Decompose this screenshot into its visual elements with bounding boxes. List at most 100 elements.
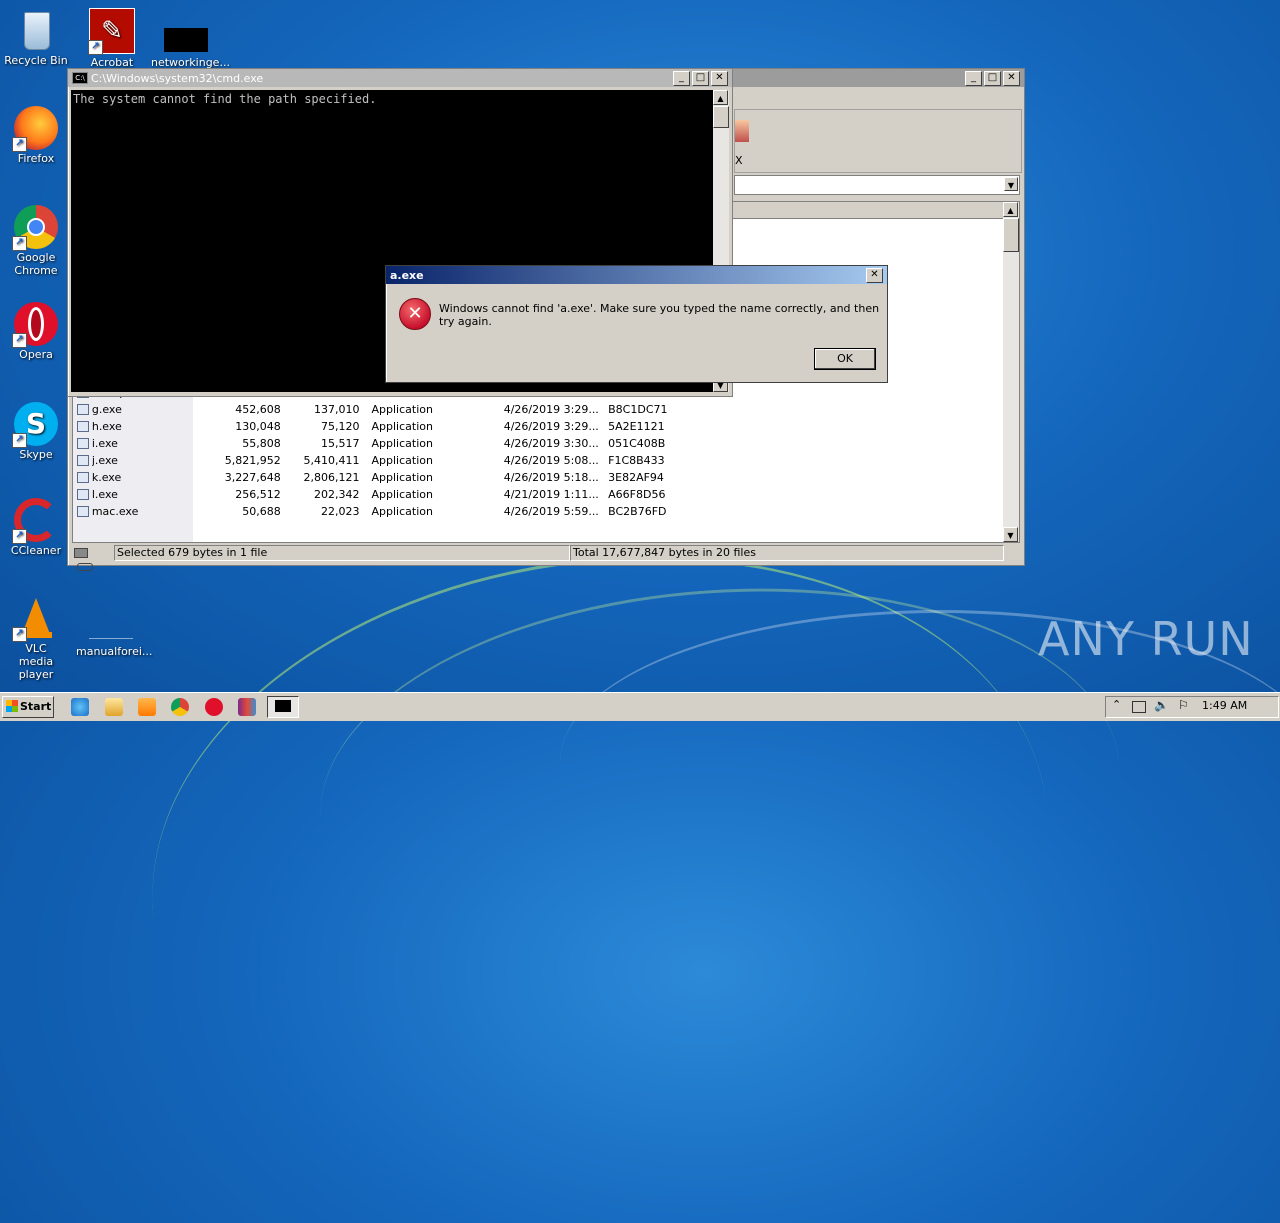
table-row[interactable]: k.exe 3,227,648 2,806,121 Application 4/26/2… — [77, 469, 677, 486]
desktop-icon-label: Recycle Bin — [4, 54, 68, 67]
taskbar: Start ⌃ 🔈 ⚐ 1:49 AM — [0, 692, 1280, 721]
table-cell-packed: 137,010 — [313, 403, 360, 416]
firefox-icon: ↗ — [12, 106, 58, 152]
table-cell-type: Application — [371, 403, 433, 416]
desktop-icon-label: Google Chrome — [14, 251, 58, 277]
scroll-up-button[interactable]: ▲ — [1003, 202, 1018, 217]
shortcut-arrow-icon: ↗ — [12, 137, 27, 152]
flag-icon[interactable]: ⚐ — [1178, 698, 1189, 712]
vlc-icon: ↗ — [12, 596, 58, 642]
tray-expand-icon[interactable]: ⌃ — [1112, 698, 1121, 711]
dropdown-arrow-icon[interactable]: ▼ — [1004, 177, 1018, 191]
table-cell-modified: 4/21/2019 1:11... — [503, 488, 599, 501]
toolbar-partial-label: X — [735, 154, 743, 167]
table-cell-size: 130,048 — [235, 420, 281, 433]
ok-button-label: OK — [837, 352, 853, 365]
vertical-scrollbar[interactable]: ▲ ▼ — [1003, 202, 1019, 542]
file-icon — [77, 489, 89, 500]
scroll-thumb[interactable] — [1003, 218, 1019, 252]
opera-taskbar-icon[interactable] — [205, 698, 223, 716]
table-cell-size: 5,821,952 — [224, 454, 281, 467]
anyrun-watermark: ANY RUN — [1038, 612, 1254, 666]
cmd-titlebar[interactable]: C:\ C:\Windows\system32\cmd.exe _ □ ✕ — [68, 69, 732, 87]
close-button[interactable]: ✕ — [711, 70, 728, 86]
table-cell-name: j.exe — [91, 454, 118, 467]
desktop-icon-vlc[interactable]: ↗ VLC media player — [1, 596, 71, 681]
desktop-icon-label: VLC media player — [18, 642, 54, 681]
table-row[interactable]: mac.exe 50,688 22,023 Application 4/26/2019 … — [77, 503, 677, 520]
dialog-title: a.exe — [390, 268, 424, 282]
cmd-taskbar-icon — [275, 700, 291, 712]
status-bar: Selected 679 bytes in 1 file Total 17,67… — [72, 545, 1018, 571]
system-tray: ⌃ 🔈 ⚐ 1:49 AM — [1105, 696, 1279, 718]
table-cell-modified: 4/26/2019 3:30... — [503, 437, 599, 450]
maximize-button[interactable]: □ — [692, 70, 709, 86]
desktop-icon-label: Skype — [19, 448, 53, 461]
table-cell-type: Application — [371, 488, 433, 501]
clock[interactable]: 1:49 AM — [1202, 699, 1247, 712]
key-icon — [77, 563, 93, 571]
table-cell-modified: 4/26/2019 3:29... — [503, 403, 599, 416]
address-combo[interactable]: ▼ — [734, 175, 1020, 195]
scroll-down-button[interactable]: ▼ — [1003, 527, 1018, 542]
table-row[interactable]: j.exe 5,821,952 5,410,411 Application 4/26/2… — [77, 452, 677, 469]
file-icon — [77, 472, 89, 483]
file-thumbnail-icon — [89, 612, 133, 639]
minimize-button[interactable]: _ — [673, 70, 690, 86]
scroll-up-button[interactable]: ▲ — [713, 90, 728, 105]
desktop-icon-label: Firefox — [17, 152, 55, 165]
table-cell-modified: 4/26/2019 3:29... — [503, 420, 599, 433]
desktop-icon-networkinge[interactable]: networkinge... — [151, 22, 230, 69]
table-row[interactable]: i.exe 55,808 15,517 Application 4/26/2019 3:… — [77, 435, 677, 452]
table-cell-type: Application — [371, 471, 433, 484]
desktop-icon-opera[interactable]: ↗ Opera — [1, 302, 71, 361]
ok-button[interactable]: OK — [814, 348, 876, 370]
maximize-button[interactable]: □ — [984, 70, 1001, 86]
desktop-icon-chrome[interactable]: ↗ Google Chrome — [1, 205, 71, 277]
dialog-close-button[interactable]: ✕ — [866, 267, 883, 283]
volume-icon[interactable]: 🔈 — [1154, 698, 1169, 712]
table-row[interactable]: g.exe 452,608 137,010 Application 4/26/2019 … — [77, 401, 677, 418]
status-right-text: Total 17,677,847 bytes in 20 files — [573, 546, 756, 559]
scroll-thumb[interactable] — [713, 106, 729, 128]
opera-icon: ↗ — [12, 302, 58, 348]
table-cell-crc: BC2B76FD — [608, 505, 667, 518]
desktop-icon-ccleaner[interactable]: ↗ CCleaner — [1, 498, 71, 557]
desktop-icon-firefox[interactable]: ↗ Firefox — [1, 106, 71, 165]
windows-logo-icon — [6, 700, 18, 712]
chrome-taskbar-icon[interactable] — [171, 698, 189, 716]
status-left-text: Selected 679 bytes in 1 file — [117, 546, 268, 559]
cmd-taskbar-button[interactable] — [267, 696, 299, 718]
table-cell-packed: 75,120 — [320, 420, 360, 433]
desktop-icon-manualforei[interactable]: manualforei... — [76, 612, 152, 658]
explorer-icon[interactable] — [105, 698, 123, 716]
network-icon[interactable] — [1132, 701, 1146, 713]
table-cell-name: k.exe — [91, 471, 122, 484]
table-cell-type: Application — [371, 505, 433, 518]
close-button[interactable]: ✕ — [1003, 70, 1020, 86]
toolbar-extract-icon[interactable] — [735, 120, 749, 142]
table-cell-size: 256,512 — [235, 488, 281, 501]
table-cell-name: g.exe — [91, 403, 122, 416]
minimize-button[interactable]: _ — [965, 70, 982, 86]
status-icons — [74, 548, 110, 571]
media-player-icon[interactable] — [138, 698, 156, 716]
table-cell-type: Application — [371, 437, 433, 450]
table-cell-name: h.exe — [91, 420, 122, 433]
start-button[interactable]: Start — [2, 696, 54, 718]
desktop-icon-acrobat[interactable]: ✎ ↗ Acrobat — [77, 8, 147, 69]
chrome-icon: ↗ — [12, 205, 58, 251]
shortcut-arrow-icon: ↗ — [12, 236, 27, 251]
winrar-taskbar-icon[interactable] — [238, 698, 256, 716]
desktop-icon-skype[interactable]: S ↗ Skype — [1, 402, 71, 461]
error-dialog[interactable]: a.exe ✕ ✕ Windows cannot find 'a.exe'. M… — [385, 265, 888, 383]
archive-toolbar: X — [734, 109, 1022, 173]
table-row[interactable]: h.exe 130,048 75,120 Application 4/26/2019 3… — [77, 418, 677, 435]
table-row[interactable]: l.exe 256,512 202,342 Application 4/21/2019 … — [77, 486, 677, 503]
table-cell-crc: F1C8B433 — [608, 454, 665, 467]
status-left: Selected 679 bytes in 1 file — [114, 545, 570, 561]
dialog-titlebar[interactable]: a.exe ✕ — [386, 266, 887, 284]
desktop-icon-recycle-bin[interactable]: Recycle Bin — [1, 8, 71, 67]
ie-icon[interactable] — [71, 698, 89, 716]
table-cell-crc: 051C408B — [608, 437, 666, 450]
